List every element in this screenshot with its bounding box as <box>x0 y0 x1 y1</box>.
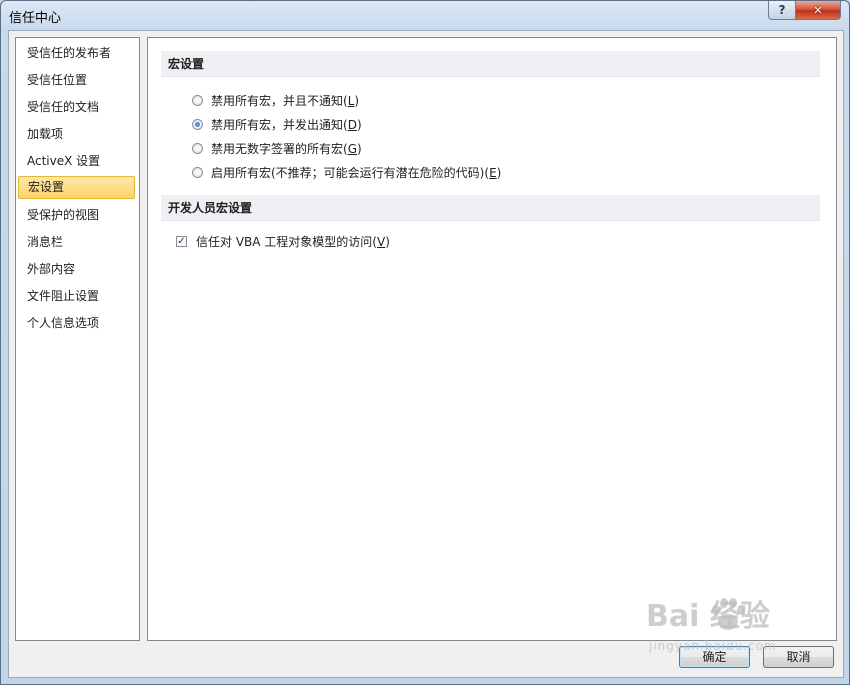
title-bar[interactable]: 信任中心 ? ✕ <box>1 1 849 29</box>
cancel-button[interactable]: 取消 <box>763 646 834 668</box>
macro-settings-header: 宏设置 <box>161 51 820 77</box>
help-icon: ? <box>778 3 786 17</box>
nav-item-message-bar[interactable]: 消息栏 <box>18 231 135 254</box>
radio-label: 禁用所有宏，并且不通知(L) <box>211 93 360 108</box>
radio-disable-with-notify[interactable]: 禁用所有宏，并发出通知(D) <box>192 114 362 134</box>
radio-label: 禁用无数字签署的所有宏(G) <box>211 141 362 156</box>
radio-enable-all[interactable]: 启用所有宏(不推荐；可能会运行有潜在危险的代码)(E) <box>192 162 501 182</box>
radio-disable-unsigned[interactable]: 禁用无数字签署的所有宏(G) <box>192 138 362 158</box>
trust-center-window: 信任中心 ? ✕ 受信任的发布者 受信任位置 受信任的文档 加载项 Active… <box>0 0 850 685</box>
nav-item-trusted-documents[interactable]: 受信任的文档 <box>18 96 135 119</box>
checkbox-checked-icon[interactable]: ✓ <box>176 235 187 247</box>
close-icon: ✕ <box>813 3 823 17</box>
radio-button-icon[interactable] <box>192 166 203 178</box>
nav-item-addins[interactable]: 加载项 <box>18 123 135 146</box>
radio-button-checked-icon[interactable] <box>192 118 203 130</box>
ok-button[interactable]: 确定 <box>679 646 750 668</box>
dialog-client-area: 受信任的发布者 受信任位置 受信任的文档 加载项 ActiveX 设置 宏设置 … <box>8 30 844 678</box>
radio-button-icon[interactable] <box>192 94 203 106</box>
checkbox-label: 信任对 VBA 工程对象模型的访问(V) <box>196 234 390 249</box>
developer-settings-header: 开发人员宏设置 <box>161 195 820 221</box>
checkbox-trust-vba-access[interactable]: ✓ 信任对 VBA 工程对象模型的访问(V) <box>176 231 390 251</box>
nav-item-macro-settings[interactable]: 宏设置 <box>18 176 135 199</box>
nav-item-trusted-locations[interactable]: 受信任位置 <box>18 69 135 92</box>
radio-button-icon[interactable] <box>192 142 203 154</box>
nav-item-activex-settings[interactable]: ActiveX 设置 <box>18 150 135 173</box>
radio-disable-no-notify[interactable]: 禁用所有宏，并且不通知(L) <box>192 90 359 110</box>
settings-panel: 宏设置 禁用所有宏，并且不通知(L) 禁用所有宏，并发出通知(D) 禁用无数字签… <box>147 37 837 641</box>
nav-item-file-block-settings[interactable]: 文件阻止设置 <box>18 285 135 308</box>
close-button[interactable]: ✕ <box>795 1 841 20</box>
nav-item-trusted-publishers[interactable]: 受信任的发布者 <box>18 42 135 65</box>
category-list: 受信任的发布者 受信任位置 受信任的文档 加载项 ActiveX 设置 宏设置 … <box>15 37 140 641</box>
radio-label: 启用所有宏(不推荐；可能会运行有潜在危险的代码)(E) <box>211 165 502 180</box>
nav-item-external-content[interactable]: 外部内容 <box>18 258 135 281</box>
window-title: 信任中心 <box>9 11 62 26</box>
radio-label: 禁用所有宏，并发出通知(D) <box>211 117 362 132</box>
nav-item-protected-view[interactable]: 受保护的视图 <box>18 204 135 227</box>
nav-item-privacy-options[interactable]: 个人信息选项 <box>18 312 135 335</box>
help-button[interactable]: ? <box>768 1 796 20</box>
